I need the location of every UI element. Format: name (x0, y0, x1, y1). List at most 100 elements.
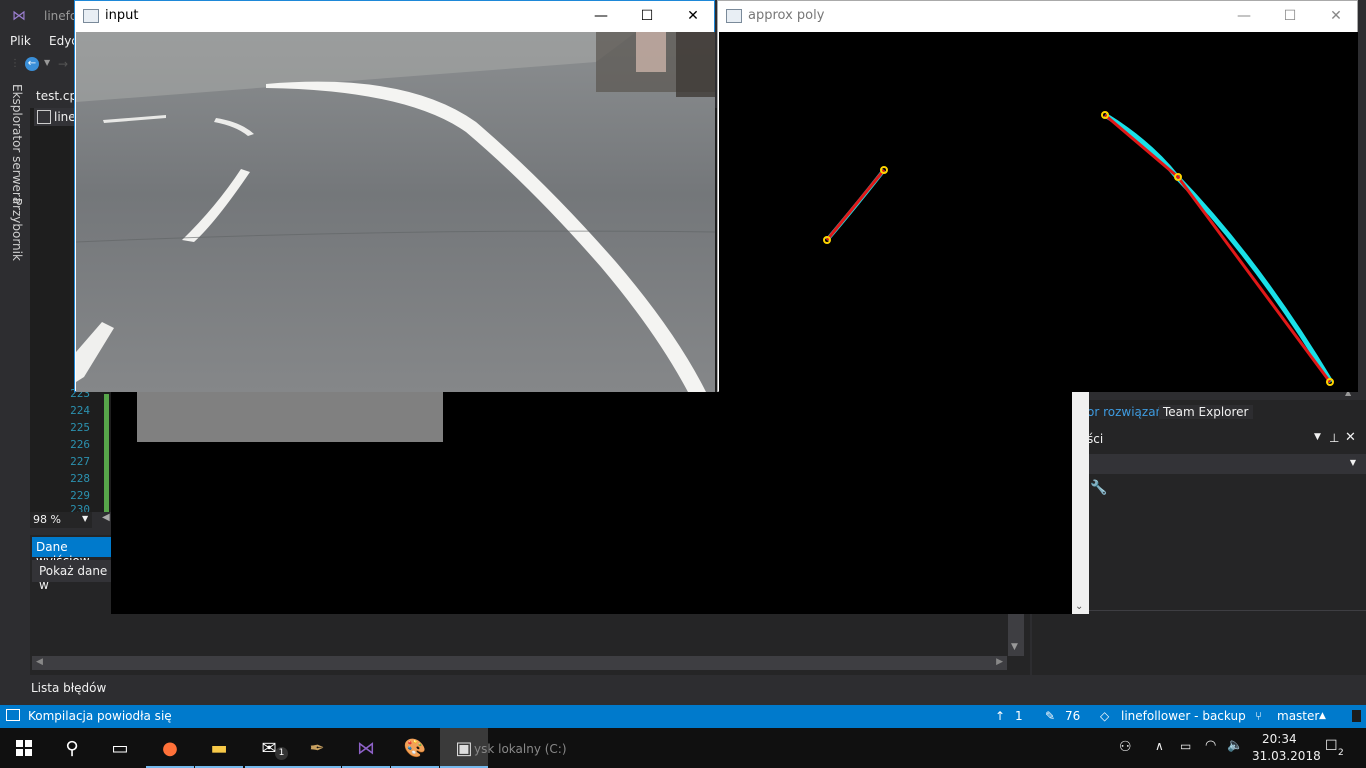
close-button[interactable]: ✕ (670, 1, 716, 31)
server-explorer-tab[interactable]: Eksplorator serwera (10, 84, 24, 204)
task-view-icon[interactable]: ▭ (96, 728, 144, 768)
console-vscrollbar[interactable]: ⌄ (1072, 392, 1089, 614)
edit-count[interactable]: 76 (1065, 709, 1080, 723)
output-source-select[interactable]: Pokaż dane w (32, 560, 112, 592)
line-number: 230 (70, 503, 90, 512)
pencil-icon[interactable]: ✎ (1045, 709, 1055, 723)
change-indicator-bar (104, 394, 109, 512)
paint-icon[interactable]: 🎨 (391, 728, 439, 768)
notification-icon[interactable] (1352, 710, 1361, 722)
vs-title-text: linefo (44, 9, 78, 23)
visual-studio-icon[interactable]: ⋈ (342, 728, 390, 768)
approx-window-title: approx poly (748, 8, 825, 23)
mail-badge: 1 (275, 747, 288, 760)
approx-poly-canvas (719, 32, 1358, 392)
left-rail: Eksplorator serwera Przybornik (0, 78, 30, 698)
mail-icon[interactable]: ✉ 1 (245, 728, 293, 768)
build-status: Kompilacja powiodła się (28, 709, 172, 723)
up-count[interactable]: 1 (1015, 709, 1023, 723)
show-hidden-icons[interactable]: ∧ (1155, 739, 1164, 753)
file-explorer-icon[interactable]: ▬ (195, 728, 243, 768)
scroll-down-icon[interactable]: ▼ (1011, 642, 1018, 652)
approx-title-bar[interactable]: approx poly — ☐ ✕ (718, 1, 1357, 31)
minimize-button[interactable]: — (1221, 1, 1267, 31)
vs-logo-icon: ⋈ (12, 8, 26, 24)
line-number: 224 (70, 404, 90, 417)
scope-icon (37, 110, 51, 124)
properties-title: ści (1087, 432, 1104, 446)
windows-logo-icon (16, 740, 32, 756)
input-window[interactable]: input — ☐ ✕ (74, 0, 715, 392)
road-scene (76, 32, 715, 392)
forward-icon[interactable]: → (58, 57, 68, 71)
properties-select[interactable]: ▼ (1087, 454, 1366, 474)
console-gray-block (137, 392, 443, 442)
maximize-button[interactable]: ☐ (1267, 1, 1313, 31)
branch-up-icon[interactable]: ▲ (1319, 711, 1326, 721)
line-number: 227 (70, 455, 90, 468)
clock-date[interactable]: 31.03.2018 (1252, 749, 1321, 763)
line-number: 228 (70, 472, 90, 485)
scroll-down-icon[interactable]: ⌄ (1075, 601, 1083, 612)
vs-left-dots: ⋮ (10, 58, 20, 69)
properties-divider (1087, 610, 1366, 611)
menu-file[interactable]: Plik (10, 34, 31, 48)
close-icon[interactable]: ✕ (1345, 430, 1356, 445)
output-source-label: Pokaż dane w (39, 564, 108, 592)
output-hscrollbar[interactable]: ◀ ▶ (32, 656, 1007, 670)
build-status-icon (6, 709, 20, 721)
output-tab[interactable]: Dane wyjściow (32, 537, 112, 568)
window-icon (726, 9, 742, 23)
output-vscrollbar[interactable]: ▼ (1008, 614, 1024, 656)
error-list-label: Lista błędów (31, 681, 107, 695)
input-title-bar[interactable]: input — ☐ ✕ (75, 1, 714, 31)
poly-left (825, 169, 886, 241)
battery-icon[interactable]: ▭ (1180, 739, 1191, 753)
wifi-icon[interactable]: ◠ (1205, 738, 1216, 753)
maximize-button[interactable]: ☐ (624, 1, 670, 31)
search-icon[interactable]: ⚲ (48, 728, 96, 768)
pin-icon[interactable]: ⊥ (1329, 431, 1339, 445)
input-window-title: input (105, 8, 139, 23)
chevron-down-icon: ▼ (1349, 458, 1356, 467)
scroll-left-icon[interactable]: ◀ (102, 512, 110, 523)
properties-header: ści ▼ ⊥ ✕ (1087, 430, 1366, 450)
solution-explorer-tab[interactable]: or rozwiązań (1087, 405, 1163, 419)
scroll-right-icon[interactable]: ▶ (996, 657, 1003, 667)
line-number: 225 (70, 421, 90, 434)
approx-poly-window[interactable]: approx poly — ☐ ✕ (717, 0, 1358, 392)
minimize-button[interactable]: — (578, 1, 624, 31)
wrench-icon[interactable]: 🔧 (1090, 480, 1107, 496)
people-icon[interactable]: ⚇ (1119, 739, 1132, 755)
close-button[interactable]: ✕ (1313, 1, 1359, 31)
line-number: 229 (70, 489, 90, 502)
status-bar: Kompilacja powiodła się ↑ 1 ✎ 76 ◇ linef… (0, 705, 1366, 728)
team-explorer-tab[interactable]: Team Explorer (1159, 405, 1253, 419)
repo-icon[interactable]: ◇ (1100, 709, 1109, 723)
line-number: 226 (70, 438, 90, 451)
poly-right (1104, 113, 1332, 383)
chevron-down-icon: ▼ (82, 514, 89, 523)
back-icon[interactable]: ← (25, 57, 39, 71)
file-tab-label: test.cp (36, 89, 78, 103)
branch-icon[interactable]: ⑂ (1255, 709, 1262, 723)
arrow-up-icon[interactable]: ↑ (995, 709, 1005, 723)
clock-time[interactable]: 20:34 (1262, 732, 1297, 746)
dropdown-icon[interactable]: ▼ (44, 58, 50, 67)
chevron-down-icon[interactable]: ▼ (1314, 432, 1321, 442)
camera-frame-image (76, 32, 715, 392)
inkscape-icon[interactable]: ✒ (293, 728, 341, 768)
zoom-dropdown[interactable]: 98 % ▼ (30, 512, 92, 528)
error-list-tab[interactable]: Lista błędów (31, 681, 106, 695)
window-icon (83, 9, 99, 23)
firefox-icon[interactable]: ● (146, 728, 194, 768)
volume-icon[interactable]: 🔈 (1227, 738, 1243, 753)
contour-drawing (823, 111, 1334, 386)
scroll-left-icon[interactable]: ◀ (36, 657, 43, 667)
notification-count: 2 (1338, 748, 1344, 758)
repo-name[interactable]: linefollower - backup (1121, 709, 1246, 723)
branch-name[interactable]: master (1277, 709, 1319, 723)
action-center-icon[interactable]: ☐ (1325, 738, 1338, 754)
start-button[interactable] (0, 728, 48, 768)
toolbox-tab[interactable]: Przybornik (10, 198, 24, 261)
